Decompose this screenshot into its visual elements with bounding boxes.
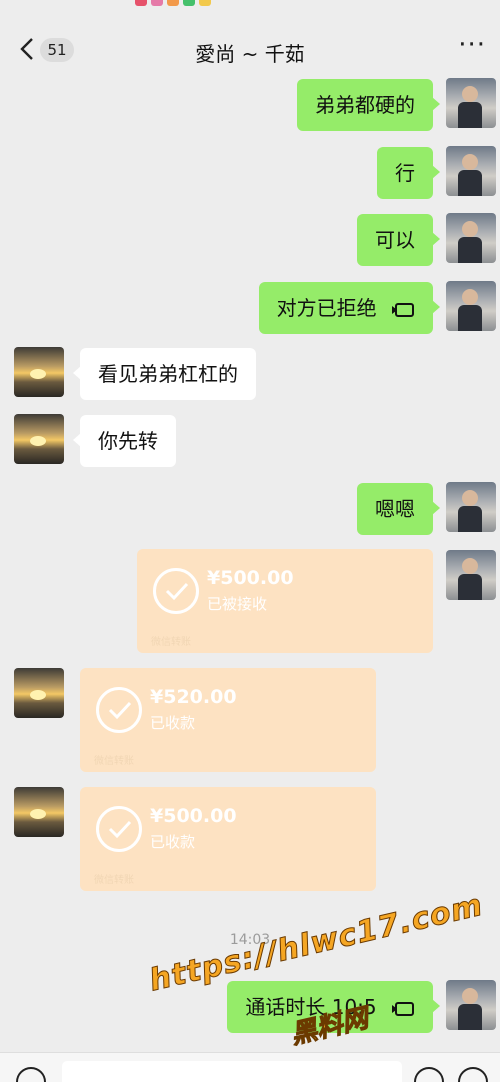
- contact-avatar[interactable]: [14, 787, 64, 837]
- notification-icon: [183, 0, 195, 6]
- check-circle-icon: [96, 687, 142, 733]
- notification-icon: [199, 0, 211, 6]
- message-bubble-sent[interactable]: 可以: [357, 214, 440, 266]
- more-options-button[interactable]: ···: [458, 30, 486, 60]
- message-bubble-received[interactable]: 你先转: [73, 415, 176, 467]
- unread-count-badge: 51: [40, 38, 74, 62]
- my-avatar[interactable]: [446, 78, 496, 128]
- transfer-card-sent[interactable]: ¥500.00 已被接收 微信转账: [137, 549, 433, 653]
- notification-icon: [135, 0, 147, 6]
- emoji-icon[interactable]: [414, 1067, 444, 1082]
- back-button[interactable]: [16, 36, 42, 62]
- call-record-bubble[interactable]: 通话时长 10:5: [227, 981, 440, 1033]
- notification-icons: [135, 0, 211, 6]
- my-avatar[interactable]: [446, 146, 496, 196]
- transfer-amount: ¥500.00: [207, 567, 294, 589]
- contact-avatar[interactable]: [14, 668, 64, 718]
- transfer-status: 已被接收: [207, 595, 268, 613]
- transfer-card-received[interactable]: ¥500.00 已收款 微信转账: [80, 787, 376, 891]
- video-call-icon: [392, 1001, 414, 1016]
- notification-icon: [167, 0, 179, 6]
- check-circle-icon: [153, 568, 199, 614]
- message-bubble-received[interactable]: 看见弟弟杠杠的: [73, 348, 256, 400]
- message-bubble-sent[interactable]: 行: [377, 147, 440, 199]
- contact-avatar[interactable]: [14, 347, 64, 397]
- my-avatar[interactable]: [446, 281, 496, 331]
- transfer-status: 已收款: [150, 833, 196, 851]
- status-bar: [0, 0, 500, 14]
- transfer-amount: ¥520.00: [150, 686, 237, 708]
- video-call-icon: [392, 302, 414, 317]
- check-circle-icon: [96, 806, 142, 852]
- my-avatar[interactable]: [446, 980, 496, 1030]
- call-status-text: 对方已拒绝: [276, 296, 377, 320]
- transfer-footer: 微信转账: [151, 637, 191, 648]
- my-avatar[interactable]: [446, 213, 496, 263]
- call-duration-text: 通话时长 10:5: [245, 995, 377, 1019]
- transfer-card-received[interactable]: ¥520.00 已收款 微信转账: [80, 668, 376, 772]
- message-bubble-sent[interactable]: 弟弟都硬的: [297, 79, 440, 131]
- contact-avatar[interactable]: [14, 414, 64, 464]
- chat-header: 51 愛尚 ~ 千茹 ···: [0, 14, 500, 84]
- my-avatar[interactable]: [446, 550, 496, 600]
- transfer-status: 已收款: [150, 714, 196, 732]
- input-bar: [0, 1052, 500, 1082]
- transfer-footer: 微信转账: [94, 875, 134, 886]
- message-timestamp: 14:03: [229, 932, 271, 948]
- message-bubble-sent[interactable]: 嗯嗯: [357, 483, 440, 535]
- my-avatar[interactable]: [446, 482, 496, 532]
- message-input[interactable]: [62, 1061, 402, 1082]
- transfer-amount: ¥500.00: [150, 805, 237, 827]
- chevron-left-icon: [20, 38, 33, 60]
- plus-icon[interactable]: [458, 1067, 488, 1082]
- voice-icon[interactable]: [16, 1067, 46, 1082]
- transfer-footer: 微信转账: [94, 756, 134, 767]
- chat-title: 愛尚 ~ 千茹: [195, 42, 305, 66]
- call-record-bubble[interactable]: 对方已拒绝: [258, 282, 441, 334]
- notification-icon: [151, 0, 163, 6]
